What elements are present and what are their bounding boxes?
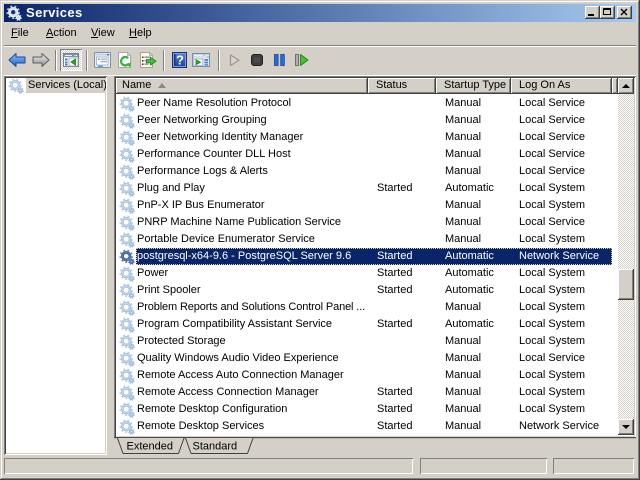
svg-text:Extended: Extended	[127, 441, 173, 453]
svg-text:Standard: Standard	[193, 441, 238, 453]
svg-text:?: ?	[176, 53, 184, 68]
